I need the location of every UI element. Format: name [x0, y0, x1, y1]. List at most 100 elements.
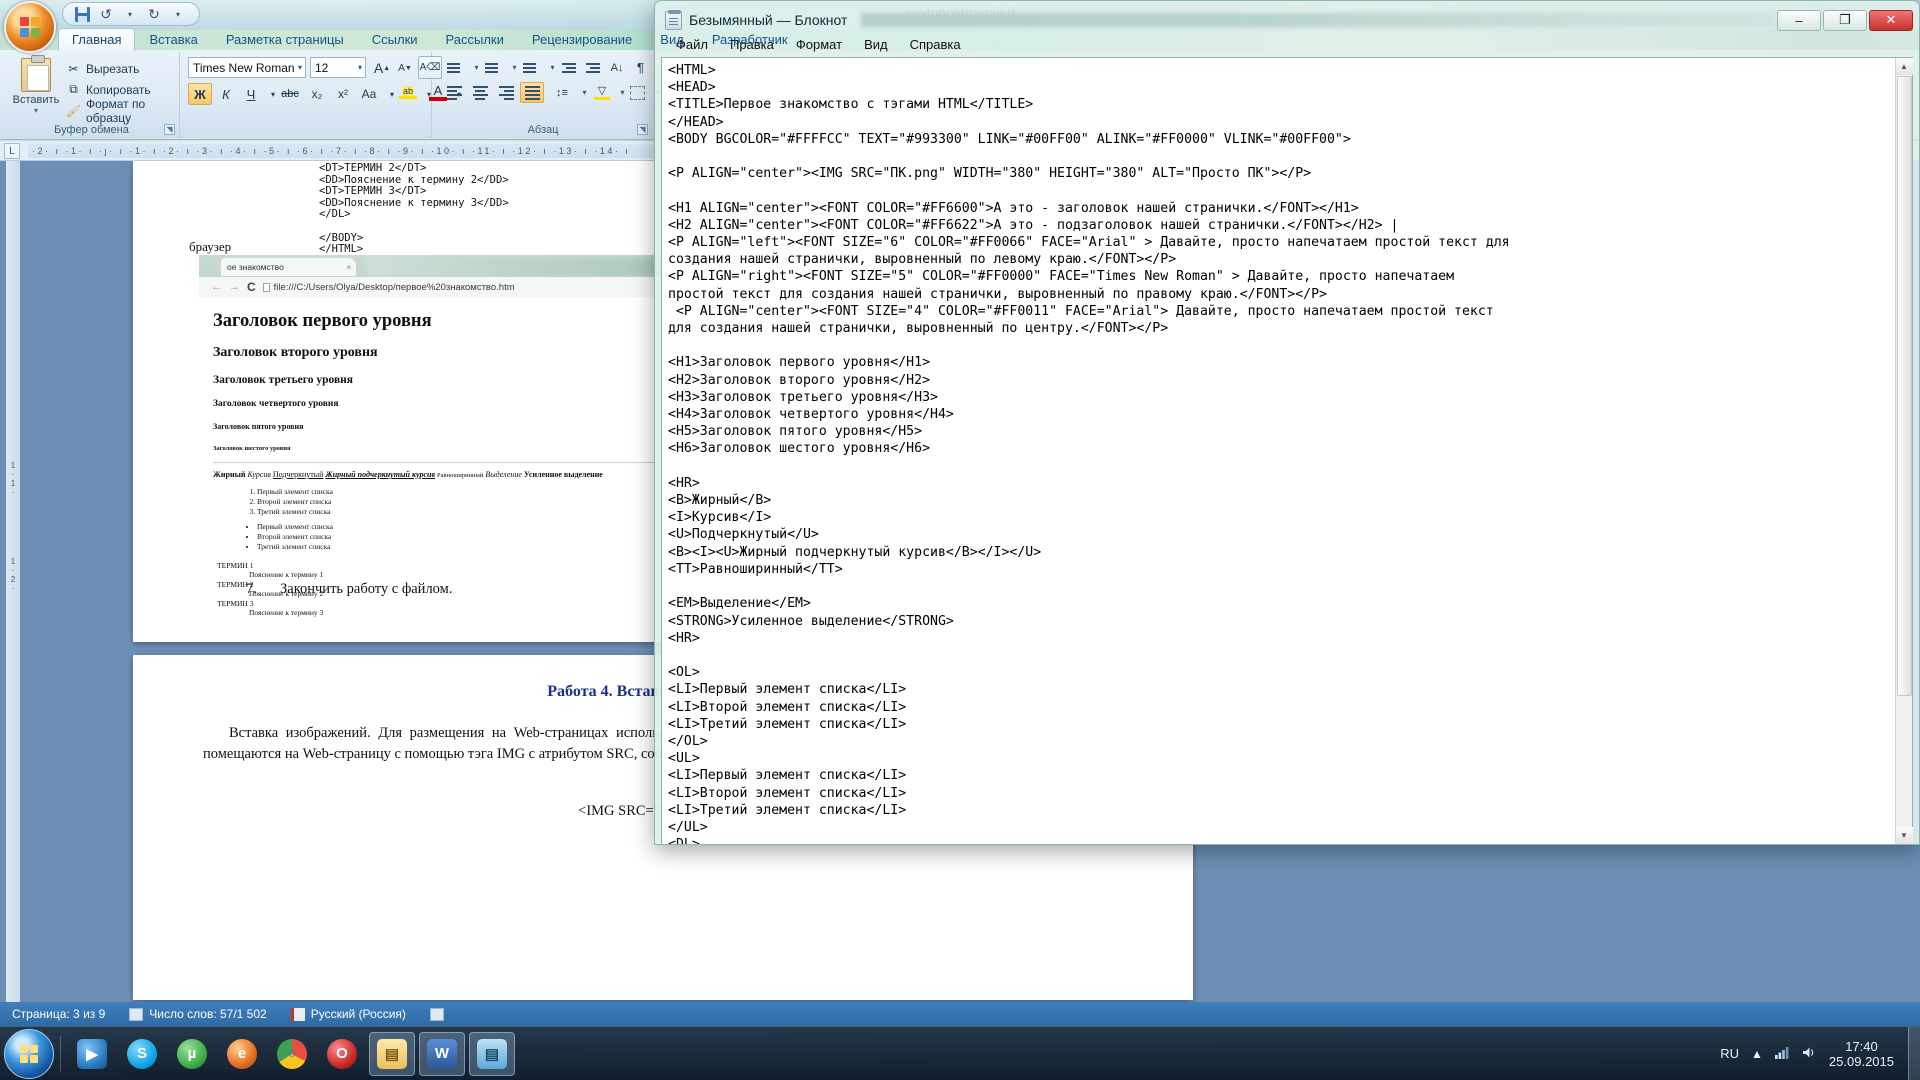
- tab-insert[interactable]: Вставка: [135, 28, 211, 51]
- network-icon[interactable]: [1774, 1046, 1790, 1062]
- cut-button[interactable]: ✂ Вырезать: [66, 58, 179, 79]
- system-tray[interactable]: RU ▲ 17:40 25.09.2015: [1720, 1039, 1908, 1069]
- chevron-down-icon[interactable]: ▾: [358, 63, 365, 72]
- shading-button[interactable]: ▽: [590, 81, 614, 102]
- taskbar-item-opera[interactable]: O: [319, 1032, 365, 1076]
- paste-dropdown-icon[interactable]: ▾: [10, 106, 62, 115]
- tab-review[interactable]: Рецензирование: [518, 28, 646, 51]
- line-spacing-button[interactable]: ↕≡: [550, 82, 574, 103]
- scrollbar-thumb[interactable]: [1896, 76, 1912, 696]
- bullet-list-button[interactable]: [442, 57, 466, 78]
- tab-stop-selector[interactable]: L: [4, 143, 20, 159]
- taskbar-item-utorrent[interactable]: µ: [169, 1032, 215, 1076]
- taskbar-item-skype[interactable]: S: [119, 1032, 165, 1076]
- maximize-button[interactable]: ❐: [1823, 9, 1867, 31]
- status-language-label: Русский (Россия): [310, 1007, 406, 1021]
- subscript-button[interactable]: x₂: [305, 83, 329, 105]
- chevron-down-icon[interactable]: ▾: [298, 63, 305, 72]
- notepad-text-area[interactable]: <HTML> <HEAD> <TITLE>Первое знакомство с…: [662, 58, 1895, 844]
- bold-button[interactable]: Ж: [188, 83, 212, 105]
- notepad-client-area[interactable]: <HTML> <HEAD> <TITLE>Первое знакомство с…: [661, 57, 1913, 844]
- office-button[interactable]: [4, 1, 56, 53]
- show-formatting-marks-button[interactable]: ¶: [630, 57, 651, 78]
- multilevel-list-button[interactable]: [518, 57, 542, 78]
- change-case-button[interactable]: Aa: [357, 83, 381, 105]
- tab-home[interactable]: Главная: [58, 28, 136, 51]
- strikethrough-button[interactable]: abc: [277, 83, 303, 105]
- taskbar-item-explorer[interactable]: ▤: [369, 1031, 415, 1076]
- tab-developer[interactable]: Разработчик: [698, 28, 802, 51]
- sort-button[interactable]: A↓: [606, 57, 628, 78]
- quick-access-toolbar[interactable]: ↺ ▾ ↻ ▾: [62, 2, 200, 26]
- taskbar-item-media-player[interactable]: ▶: [69, 1032, 115, 1076]
- status-word-count[interactable]: Число слов: 57/1 502: [117, 1007, 278, 1021]
- start-button[interactable]: [4, 1028, 54, 1079]
- paste-button[interactable]: Вставить ▾: [10, 55, 62, 115]
- underline-label: Ч: [246, 86, 256, 102]
- align-right-button[interactable]: [494, 82, 518, 103]
- align-center-button[interactable]: [468, 82, 492, 103]
- shrink-font-button[interactable]: A ▼: [394, 57, 416, 79]
- volume-icon[interactable]: [1802, 1046, 1817, 1062]
- tab-page-layout[interactable]: Разметка страницы: [212, 28, 358, 51]
- cut-label: Вырезать: [86, 61, 140, 76]
- font-name-combobox[interactable]: Times New Roman ▾: [188, 57, 306, 78]
- show-desktop-button[interactable]: [1908, 1026, 1920, 1080]
- taskbar[interactable]: ▶ S µ e ○ O ▤ W ▤ RU ▲ 17:40 25.09.2015: [0, 1026, 1920, 1080]
- taskbar-item-firefox[interactable]: e: [219, 1032, 265, 1076]
- font-size-value: 12: [315, 60, 329, 75]
- superscript-button[interactable]: x²: [331, 83, 355, 105]
- align-left-button[interactable]: [442, 82, 466, 103]
- font-size-combobox[interactable]: 12 ▾: [310, 57, 366, 78]
- decrease-indent-button[interactable]: [558, 57, 580, 78]
- language-indicator[interactable]: RU: [1720, 1046, 1739, 1061]
- reload-icon: C: [247, 280, 256, 294]
- notepad-window[interactable]: Безымянный — Блокнот – ❐ ✕ Файл Правка Ф…: [654, 0, 1920, 845]
- borders-button[interactable]: [626, 82, 648, 103]
- menu-view[interactable]: Вид: [853, 35, 899, 54]
- taskbar-item-notepad[interactable]: ▤: [469, 1031, 515, 1076]
- save-icon[interactable]: [73, 5, 91, 23]
- undo-icon[interactable]: ↺: [97, 5, 115, 23]
- paragraph-dialog-launcher[interactable]: ◥: [637, 124, 648, 135]
- qat-customize-icon[interactable]: ▾: [169, 5, 187, 23]
- window-controls[interactable]: – ❐ ✕: [1777, 9, 1913, 31]
- notepad-titlebar[interactable]: Безымянный — Блокнот – ❐ ✕: [661, 7, 1913, 33]
- taskbar-item-chrome[interactable]: ○: [269, 1032, 315, 1076]
- menu-help[interactable]: Справка: [899, 35, 972, 54]
- italic-button[interactable]: К: [214, 83, 238, 105]
- scroll-up-icon[interactable]: ▲: [1895, 58, 1913, 75]
- notepad-title: Безымянный — Блокнот: [689, 12, 848, 28]
- format-painter-button[interactable]: 🖌 Формат по образцу: [66, 97, 179, 125]
- browser-url-text: file:///C:/Users/Olya/Desktop/первое%20з…: [273, 281, 515, 293]
- undo-dropdown-icon[interactable]: ▾: [121, 5, 139, 23]
- clipboard-dialog-launcher[interactable]: ◥: [164, 124, 175, 135]
- increase-indent-button[interactable]: [582, 57, 604, 78]
- taskbar-item-word[interactable]: W: [419, 1031, 465, 1076]
- show-hidden-icons[interactable]: ▲: [1751, 1047, 1763, 1061]
- text-highlight-button[interactable]: ab: [396, 81, 420, 103]
- scroll-down-icon[interactable]: ▼: [1895, 827, 1913, 844]
- shrink-font-label: A: [398, 62, 405, 74]
- ribbon-tabs[interactable]: Главная Вставка Разметка страницы Ссылки…: [58, 27, 802, 51]
- minimize-button[interactable]: –: [1777, 9, 1821, 31]
- numbered-list-button[interactable]: [480, 57, 504, 78]
- copy-icon: ⧉: [69, 82, 78, 96]
- redo-icon[interactable]: ↻: [145, 5, 163, 23]
- tab-references[interactable]: Ссылки: [358, 28, 432, 51]
- status-language[interactable]: Русский (Россия): [279, 1007, 418, 1021]
- tab-view[interactable]: Вид: [646, 28, 698, 51]
- status-page-number[interactable]: Страница: 3 из 9: [0, 1007, 117, 1021]
- paste-icon: [21, 55, 51, 92]
- justify-button[interactable]: [520, 82, 544, 103]
- clock[interactable]: 17:40 25.09.2015: [1829, 1039, 1894, 1069]
- status-proofing[interactable]: [418, 1007, 456, 1021]
- clock-time: 17:40: [1845, 1038, 1878, 1054]
- underline-button[interactable]: Ч: [240, 83, 262, 105]
- grow-font-button[interactable]: A ▲: [370, 57, 394, 79]
- tab-mailings[interactable]: Рассылки: [432, 28, 518, 51]
- close-button[interactable]: ✕: [1869, 9, 1913, 31]
- notepad-menubar[interactable]: Файл Правка Формат Вид Справка: [661, 33, 1913, 55]
- taskbar-separator: [60, 1035, 61, 1072]
- notepad-vertical-scrollbar[interactable]: ▲ ▼: [1895, 58, 1913, 844]
